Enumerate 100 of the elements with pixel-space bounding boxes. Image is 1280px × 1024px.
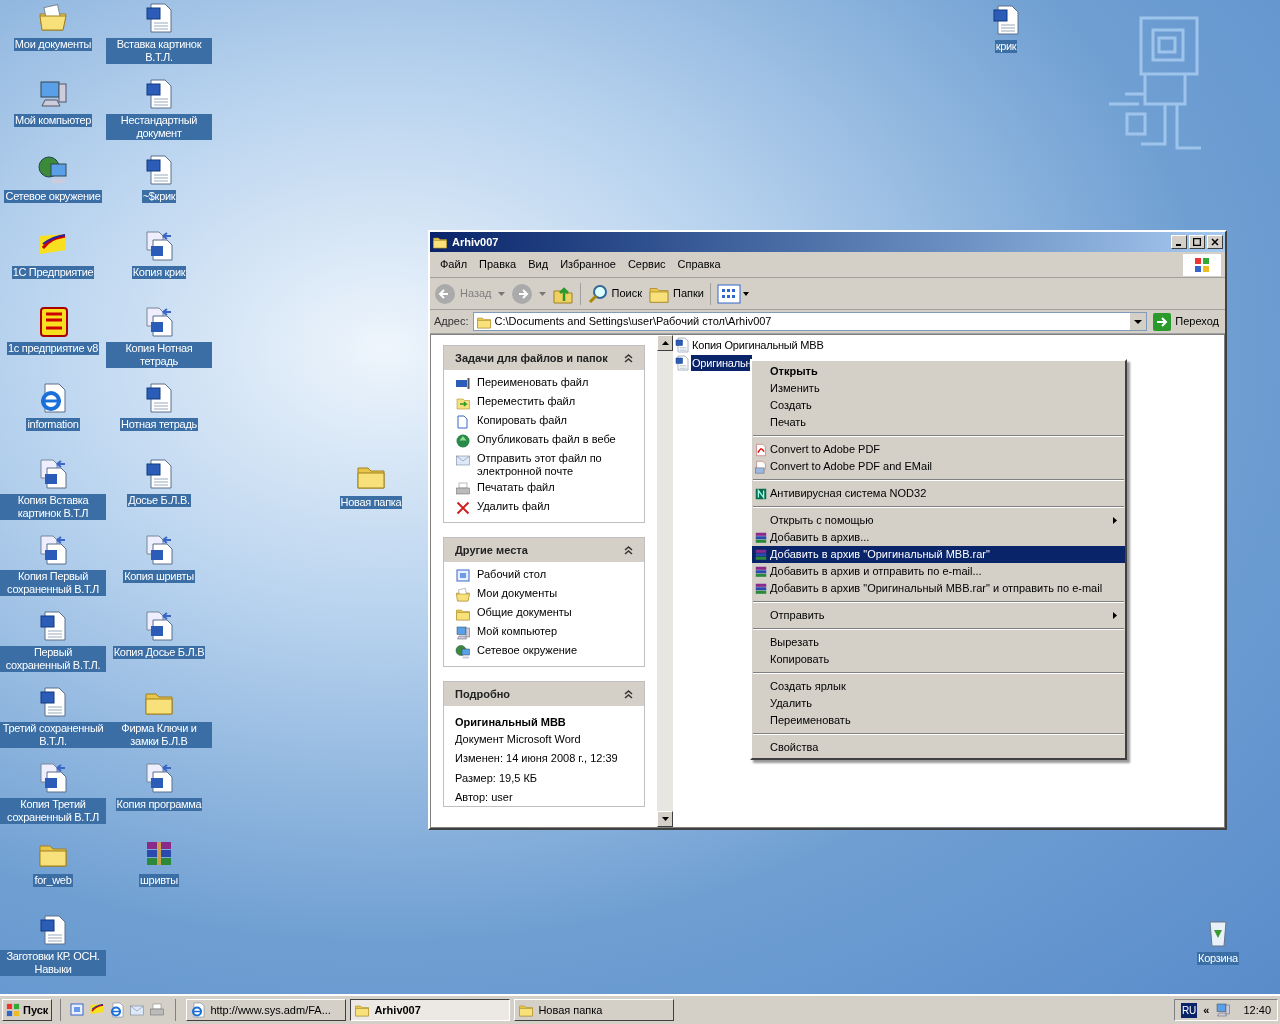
desktop-icon-label[interactable]: Копия крик xyxy=(131,266,187,279)
menu-item[interactable]: Правка xyxy=(473,256,523,273)
task-link[interactable]: Печатать файл xyxy=(477,481,555,494)
file-item[interactable]: Оригинальн xyxy=(691,354,753,371)
task-link[interactable]: Переместить файл xyxy=(477,395,576,408)
folders-button[interactable]: Папки xyxy=(648,282,704,305)
desktop-icon-label[interactable]: Мои документы xyxy=(13,38,93,51)
task-link[interactable]: Общие документы xyxy=(477,606,572,619)
desktop-icon-label[interactable]: Первый сохраненный В.Т.Л. xyxy=(0,646,106,672)
language-indicator[interactable]: RU xyxy=(1180,1002,1198,1018)
task-link[interactable]: Отправить этот файл по электронной почте xyxy=(477,452,633,478)
desktop-icon-label[interactable]: information xyxy=(26,418,80,431)
menu-item[interactable]: Добавить в архив "Оригинальный MBB.rar" xyxy=(752,546,1125,563)
desktop-icon-label[interactable]: Нотная тетрадь xyxy=(120,418,198,431)
desktop-icon-label[interactable]: Копия Досье Б.Л.В xyxy=(112,646,206,659)
file-item[interactable]: Копия Оригинальный MBB xyxy=(691,337,825,354)
desktop-icon-label[interactable]: Корзина xyxy=(1197,952,1239,965)
taskbar-button[interactable]: http://www.sys.adm/FA... xyxy=(186,999,347,1021)
menu-item[interactable]: Добавить в архив и отправить по e-mail... xyxy=(752,563,1125,580)
scroll-up-icon[interactable] xyxy=(661,341,669,345)
archive-icon xyxy=(754,581,768,596)
desktop-icon-label[interactable]: Копия Третий сохраненный В.Т.Л xyxy=(0,798,106,824)
menu-item[interactable]: Изменить xyxy=(752,380,1125,397)
menu-item[interactable]: Отправить xyxy=(752,607,1125,624)
desktop-icon-label[interactable]: шривты xyxy=(139,874,179,887)
archive-icon xyxy=(754,564,768,579)
desktop-icon-label[interactable]: Вставка картинок В.Т.Л. xyxy=(106,38,212,64)
task-link[interactable]: Рабочий стол xyxy=(477,568,547,581)
desktop-icon-label[interactable]: Копия программа xyxy=(115,798,203,811)
menu-item[interactable]: Печать xyxy=(752,414,1125,431)
task-link[interactable]: Сетевое окружение xyxy=(477,644,578,657)
menu-item[interactable]: Вид xyxy=(522,256,555,273)
close-button[interactable] xyxy=(1207,235,1223,249)
menu-item[interactable]: Справка xyxy=(671,256,727,273)
task-link[interactable]: Опубликовать файл в вебе xyxy=(477,433,616,446)
menu-item[interactable]: Создать xyxy=(752,397,1125,414)
menu-item[interactable]: Избранное xyxy=(554,256,622,273)
menu-item[interactable]: Удалить xyxy=(752,695,1125,712)
task-link[interactable]: Копировать файл xyxy=(477,414,567,427)
document-icon xyxy=(143,78,175,110)
maximize-button[interactable] xyxy=(1189,235,1205,249)
close-icon xyxy=(1211,238,1219,246)
desktop-icon-label[interactable]: крик xyxy=(994,40,1018,53)
pdf-icon xyxy=(754,442,768,457)
collapse-icon[interactable] xyxy=(624,353,633,363)
menu-item[interactable]: Добавить в архив... xyxy=(752,529,1125,546)
menu-item[interactable]: Сервис xyxy=(621,256,672,273)
menu-item[interactable]: Вырезать xyxy=(752,634,1125,651)
minimize-button[interactable] xyxy=(1171,235,1187,249)
desktop-icon-label[interactable]: for_web xyxy=(33,874,73,887)
menu-item[interactable]: Свойства xyxy=(752,739,1125,756)
taskbar-button[interactable]: Arhiv007 xyxy=(350,999,511,1021)
desktop-icon-label[interactable]: Третий сохраненный В.Т.Л. xyxy=(0,722,106,748)
menu-item[interactable]: Convert to Adobe PDF xyxy=(752,441,1125,458)
menu-item[interactable]: Антивирусная система NOD32 xyxy=(752,485,1125,502)
desktop-icon-label[interactable]: Копия Первый сохраненный В.Т.Л xyxy=(0,570,106,596)
menu-item[interactable]: Переименовать xyxy=(752,712,1125,729)
task-link[interactable]: Мои документы xyxy=(477,587,558,600)
menu-item[interactable]: Открыть xyxy=(752,363,1125,380)
search-button[interactable]: Поиск xyxy=(586,282,642,305)
network-icon xyxy=(37,154,69,186)
menu-item[interactable]: Копировать xyxy=(752,651,1125,668)
desktop-icon-label[interactable]: Копия Вставка картинок В.Т.Л xyxy=(0,494,106,520)
collapse-icon[interactable] xyxy=(624,545,633,555)
desktop-icon-label[interactable]: Нестандартный документ xyxy=(106,114,212,140)
panel-title: Задачи для файлов и папок xyxy=(455,350,608,366)
views-icon[interactable] xyxy=(716,283,751,304)
desktop-icon-label[interactable]: Копия шривты xyxy=(123,570,195,583)
menu-item[interactable]: Создать ярлык xyxy=(752,678,1125,695)
start-button[interactable]: Пуск xyxy=(2,999,53,1021)
menu-item[interactable]: Файл xyxy=(434,256,474,273)
rename-icon xyxy=(455,376,471,392)
expand-tray-button[interactable]: « xyxy=(1203,1001,1210,1019)
desktop-icon-label[interactable]: 1с предприятие v8 xyxy=(6,342,100,355)
task-link[interactable]: Удалить файл xyxy=(477,500,550,513)
task-link[interactable]: Мой компьютер xyxy=(477,625,558,638)
desktop-icon-label[interactable]: ~$крик xyxy=(141,190,177,203)
menu-item[interactable]: Добавить в архив "Оригинальный MBB.rar" и отправить по e-mail xyxy=(752,580,1125,597)
go-button[interactable]: Переход xyxy=(1151,312,1221,331)
search-icon xyxy=(586,282,609,305)
desktop-icon-label[interactable]: Фирма Ключи и замки Б.Л.В xyxy=(106,722,212,748)
desktop-icon-label[interactable]: Копия Нотная тетрадь xyxy=(106,342,212,368)
desktop-icon-label[interactable]: 1С Предприятие xyxy=(11,266,95,279)
collapse-icon[interactable] xyxy=(624,689,633,699)
document-icon xyxy=(37,914,69,946)
desktop-icon-label[interactable]: Мой компьютер xyxy=(13,114,93,127)
desktop-icon-label[interactable]: Новая папка xyxy=(339,496,403,509)
address-field[interactable]: C:\Documents and Settings\user\Рабочий стол\Arhiv007 xyxy=(472,312,1148,331)
task-link[interactable]: Переименовать файл xyxy=(477,376,589,389)
menu-item[interactable]: Открыть с помощью xyxy=(752,512,1125,529)
desktop-icon-label[interactable]: Сетевое окружение xyxy=(4,190,102,203)
taskbar-button[interactable]: Новая папка xyxy=(514,999,675,1021)
scrollbar[interactable] xyxy=(657,335,673,827)
desktop-icon-label[interactable]: Досье Б.Л.В. xyxy=(127,494,191,507)
scroll-down-icon[interactable] xyxy=(661,817,669,821)
file-property: Изменен: 14 июня 2008 г., 12:39 xyxy=(455,751,619,766)
menu-item[interactable]: Convert to Adobe PDF and EMail xyxy=(752,458,1125,475)
desktop-icon-label[interactable]: Заготовки КР. ОСН. Навыки xyxy=(0,950,106,976)
computer-icon xyxy=(455,625,471,641)
document-copy-icon xyxy=(37,534,69,566)
